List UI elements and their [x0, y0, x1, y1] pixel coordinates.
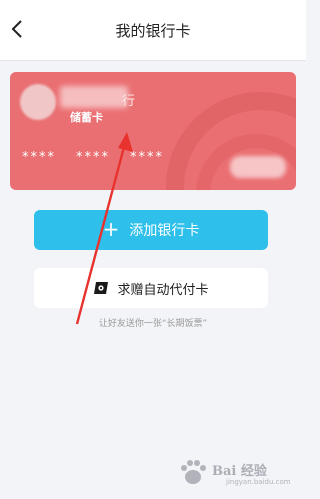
watermark-url: jingyan.baidu.com	[226, 478, 291, 486]
bank-name: 行	[60, 90, 135, 109]
card-number-group: ****	[22, 150, 56, 165]
baidu-jingyan-watermark: Bai 经验 jingyan.baidu.com	[178, 454, 298, 492]
request-auto-pay-card-button[interactable]: 求赠自动代付卡	[34, 268, 268, 308]
paw-logo-icon	[181, 460, 206, 484]
watermark-text: Bai 经验	[212, 464, 267, 479]
bank-name-suffix: 行	[122, 94, 136, 109]
add-bank-card-button[interactable]: + 添加银行卡	[34, 210, 268, 250]
card-tail-redacted	[230, 156, 286, 178]
add-bank-card-label: 添加银行卡	[129, 223, 200, 239]
bank-logo	[20, 84, 56, 120]
request-auto-pay-card-label: 求赠自动代付卡	[117, 282, 209, 298]
card-gift-icon	[94, 282, 109, 294]
card-number-group: ****	[130, 150, 164, 165]
top-nav-bar: 我的银行卡	[0, 0, 306, 61]
card-type: 储蓄卡	[70, 111, 103, 124]
bank-card[interactable]: 行 储蓄卡 **** **** ****	[10, 72, 296, 190]
card-number-group: ****	[76, 150, 110, 165]
card-number: **** **** ****	[22, 150, 184, 165]
page-title: 我的银行卡	[115, 22, 191, 40]
invite-hint: 让好友送你一张“长期饭票”	[98, 319, 208, 329]
plus-icon: +	[102, 217, 120, 241]
